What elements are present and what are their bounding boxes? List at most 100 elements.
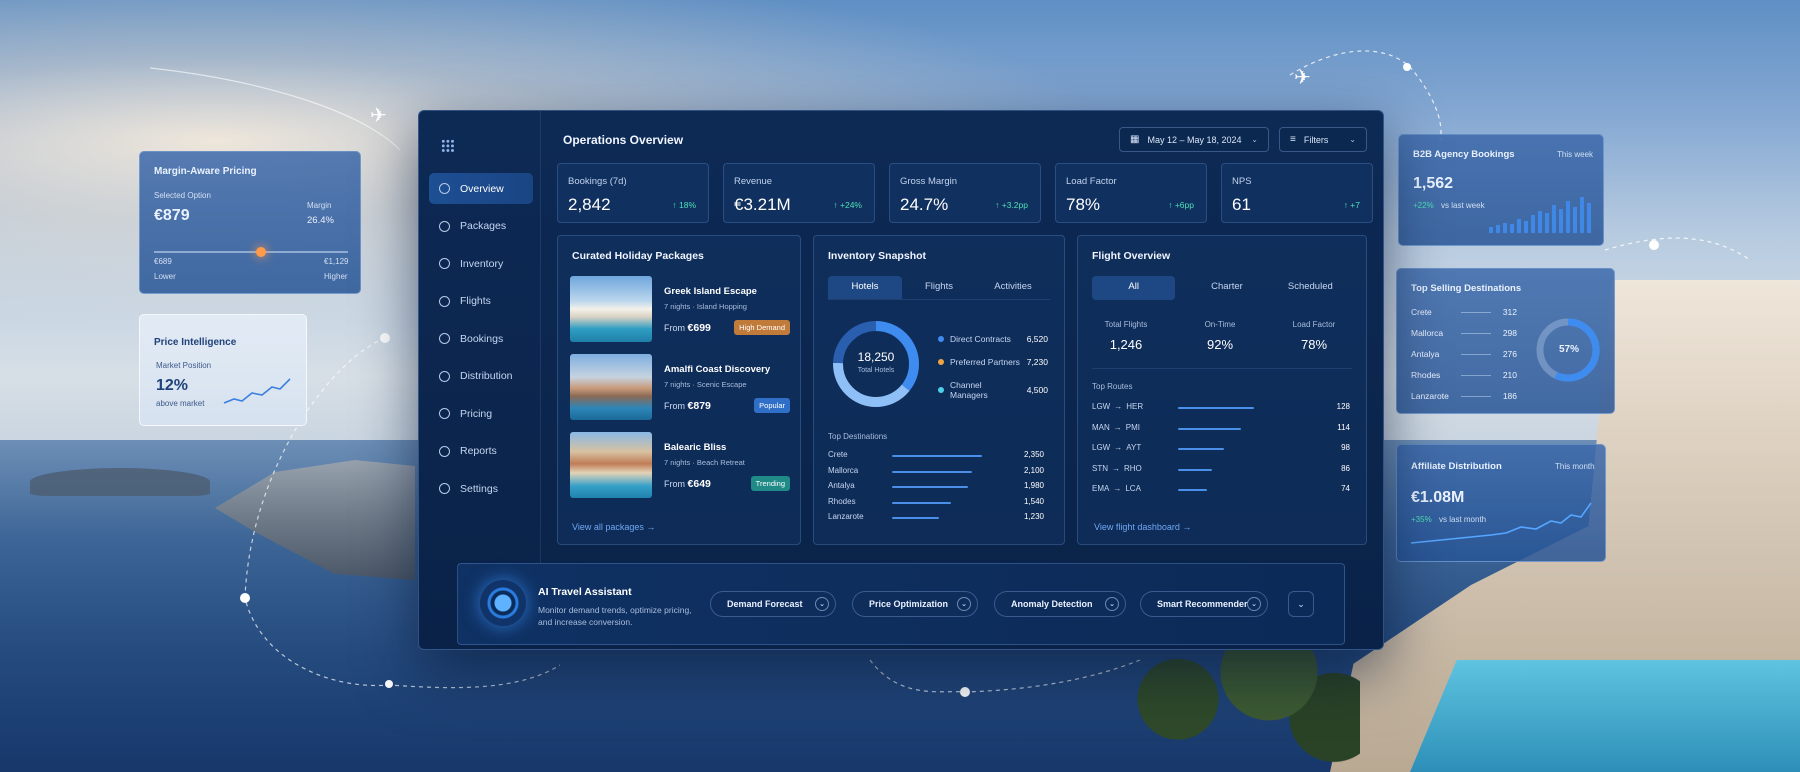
affiliate-distribution-card: Affiliate Distribution This month €1.08M… [1396, 444, 1606, 562]
sidebar-item-label: Flights [460, 295, 491, 307]
destination-bar [892, 470, 973, 473]
legend-item: Channel Managers 4,500 [938, 380, 1048, 400]
sidebar-item-distribution[interactable]: Distribution [429, 361, 533, 392]
more-options-button[interactable]: ⌄ [1288, 591, 1314, 617]
legend-value: 7,230 [1026, 357, 1048, 367]
sidebar-item-overview[interactable]: Overview [429, 173, 533, 204]
route-row: LGW → AYT 98 [1092, 443, 1350, 455]
assistant-pill[interactable]: Anomaly Detection ⌄ [994, 591, 1126, 617]
package-card[interactable]: Greek Island Escape 7 nights · Island Hop… [570, 276, 790, 342]
view-flight-dashboard-link[interactable]: View flight dashboard → [1094, 522, 1191, 532]
flight-stat-label: Load Factor [1292, 320, 1336, 329]
kpi-card[interactable]: NPS 61 ↑ +7 [1221, 163, 1373, 223]
b2b-bar-sparkline [1489, 197, 1591, 233]
divider-line [1461, 375, 1491, 376]
route-arrow-icon: → [1113, 484, 1122, 493]
price-slider-thumb[interactable] [255, 247, 266, 257]
sidebar-item-settings[interactable]: Settings [429, 473, 533, 504]
route-to: LCA [1125, 484, 1141, 493]
top-destination-row: Rhodes 210 [1411, 370, 1517, 380]
kpi-delta: ↑ +6pp [1168, 200, 1194, 210]
kpi-label: NPS [1232, 176, 1252, 187]
route-to: PMI [1125, 422, 1141, 432]
gear-icon [439, 483, 450, 494]
package-subtitle: 7 nights · Island Hopping [664, 302, 747, 311]
sidebar-item-pricing[interactable]: Pricing [429, 398, 533, 429]
pill-label: Anomaly Detection [1011, 599, 1093, 609]
assistant-pill[interactable]: Price Optimization ⌄ [852, 591, 978, 617]
top-destination-name: Mallorca [1411, 328, 1444, 338]
route-label: LGW → HER [1092, 402, 1143, 411]
main-content: Operations Overview ▦ May 12 – May 18, 2… [541, 111, 1385, 563]
island-image [30, 468, 210, 496]
chevron-down-icon: ⌄ [1105, 597, 1119, 611]
selected-price: €879 [154, 207, 190, 224]
kpi-card[interactable]: Gross Margin 24.7% ↑ +3.2pp [889, 163, 1041, 223]
tab-charter[interactable]: Charter [1185, 276, 1268, 300]
sidebar-item-inventory[interactable]: Inventory [429, 248, 533, 279]
destination-row: Mallorca 2,100 [828, 466, 1044, 478]
divider-line [1461, 312, 1491, 313]
package-name: Amalfi Coast Discovery [664, 364, 771, 375]
sidebar-item-bookings[interactable]: Bookings [429, 323, 533, 354]
tab-all[interactable]: All [1092, 276, 1176, 300]
sidebar-item-label: Inventory [460, 257, 504, 270]
assistant-pill[interactable]: Smart Recommender ⌄ [1140, 591, 1268, 617]
kpi-card[interactable]: Load Factor 78% ↑ +6pp [1055, 163, 1207, 223]
route-from: LGW [1092, 443, 1111, 452]
sidebar-item-reports[interactable]: Reports [429, 436, 533, 467]
destination-bar [892, 455, 982, 457]
kpi-card[interactable]: Bookings (7d) 2,842 ↑ 18% [557, 163, 709, 223]
sidebar-item-label: Packages [460, 220, 507, 232]
flight-stat-value: 92% [1206, 337, 1234, 352]
package-name: Greek Island Escape [664, 286, 757, 297]
sidebar-item-label: Distribution [460, 370, 513, 382]
price-slider-track[interactable] [154, 247, 348, 257]
b2b-bookings-card: B2B Agency Bookings This week 1,562 +22%… [1398, 134, 1604, 246]
flight-tabs: All Charter Scheduled [1092, 276, 1352, 300]
assistant-pill[interactable]: Demand Forecast ⌄ [710, 591, 836, 617]
tab-scheduled[interactable]: Scheduled [1269, 276, 1352, 300]
kpi-label: Revenue [734, 176, 773, 187]
kpi-delta: ↑ +7 [1343, 200, 1360, 210]
inventory-icon [439, 258, 450, 269]
sidebar-item-packages[interactable]: Packages [429, 211, 533, 242]
inventory-panel: Inventory Snapshot Hotels Flights Activiti… [813, 235, 1065, 545]
package-card[interactable]: Amalfi Coast Discovery 7 nights · Scenic … [570, 354, 790, 420]
total-hotels-label: Total Hotels [857, 367, 895, 374]
route-row: LGW → HER 128 [1092, 402, 1350, 414]
app-grid-icon[interactable] [441, 139, 455, 153]
tab-hotels[interactable]: Hotels [828, 276, 902, 299]
top-selling-card: Top Selling Destinations Crete 312 Mallorc… [1396, 268, 1615, 414]
filters-label: Filters [1303, 134, 1329, 145]
package-card[interactable]: Balearic Bliss 7 nights · Beach Retreat Fr… [570, 432, 790, 498]
tab-activities[interactable]: Activities [976, 276, 1050, 299]
route-bar [1178, 468, 1213, 471]
kpi-card[interactable]: Revenue €3.21M ↑ +24% [723, 163, 875, 223]
pool-image [1410, 660, 1800, 772]
sidebar-item-label: Reports [460, 445, 497, 457]
tab-flights[interactable]: Flights [902, 276, 976, 299]
divider-line [1461, 396, 1491, 397]
sidebar-item-flights[interactable]: Flights [429, 286, 533, 317]
pill-label: Demand Forecast [727, 599, 803, 609]
price-value: €649 [687, 478, 711, 490]
sidebar-item-label: Bookings [460, 332, 504, 345]
b2b-card-title: B2B Agency Bookings [1413, 149, 1515, 160]
view-all-packages-link[interactable]: View all packages → [572, 522, 655, 532]
route-bar [1178, 407, 1254, 409]
legend-dot [938, 359, 944, 365]
package-price: From €699 [664, 322, 711, 334]
ai-assistant-icon[interactable] [480, 580, 526, 626]
filters-button[interactable]: ≡ Filters ⌄ [1279, 127, 1367, 152]
ai-assistant-description: Monitor demand trends, optimize pricing,… [538, 605, 692, 627]
above-market-label: above market [156, 399, 205, 408]
route-row: MAN → PMI 114 [1092, 423, 1350, 435]
flight-stat-label: On-Time [1204, 320, 1236, 329]
price-intelligence-card: Price Intelligence Market Position 12% a… [139, 314, 307, 426]
sidebar-item-label: Settings [460, 482, 498, 495]
package-price: From €879 [664, 400, 711, 412]
date-range-picker[interactable]: ▦ May 12 – May 18, 2024 ⌄ [1119, 127, 1269, 152]
package-icon [439, 220, 450, 232]
total-hotels-value: 18,250 [857, 350, 895, 364]
